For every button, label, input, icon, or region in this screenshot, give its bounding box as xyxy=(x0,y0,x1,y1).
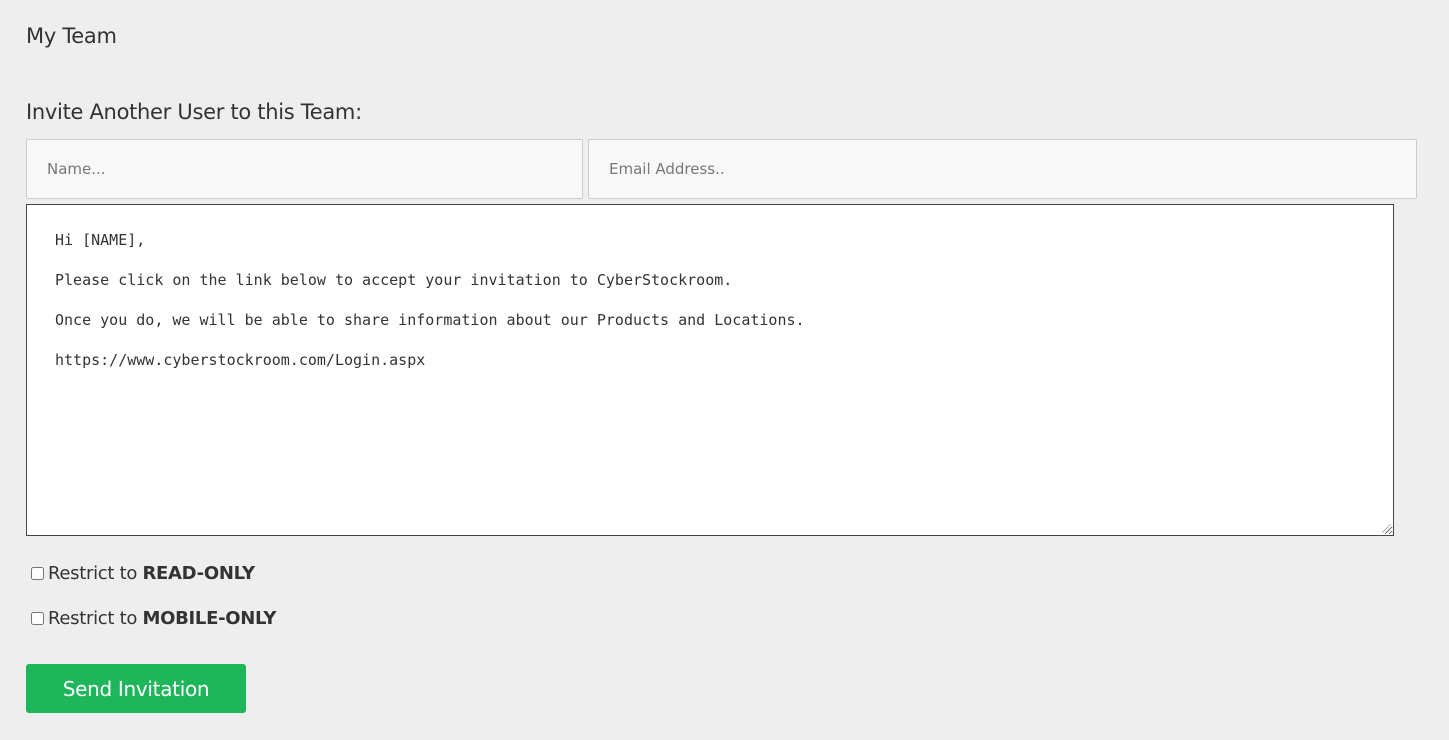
read-only-label-prefix: Restrict to xyxy=(48,563,143,584)
read-only-option[interactable]: Restrict to READ-ONLY xyxy=(31,563,255,584)
mobile-only-checkbox[interactable] xyxy=(31,612,44,625)
message-line: Hi [NAME], xyxy=(55,231,146,249)
resize-grip-icon[interactable] xyxy=(1382,524,1391,533)
message-line: https://www.cyberstockroom.com/Login.asp… xyxy=(55,351,426,369)
invite-heading: Invite Another User to this Team: xyxy=(26,100,362,124)
mobile-only-label-prefix: Restrict to xyxy=(48,608,143,629)
read-only-checkbox[interactable] xyxy=(31,567,44,580)
read-only-label-emphasis: READ-ONLY xyxy=(142,563,255,584)
name-input[interactable] xyxy=(26,139,583,199)
email-input[interactable] xyxy=(588,139,1417,199)
invitation-message-textarea[interactable]: Hi [NAME], Please click on the link belo… xyxy=(26,204,1394,536)
page-title: My Team xyxy=(26,24,117,48)
send-invitation-button[interactable]: Send Invitation xyxy=(26,664,246,713)
message-line: Once you do, we will be able to share in… xyxy=(55,311,805,329)
mobile-only-option[interactable]: Restrict to MOBILE-ONLY xyxy=(31,608,276,629)
mobile-only-label-emphasis: MOBILE-ONLY xyxy=(142,608,277,629)
message-line: Please click on the link below to accept… xyxy=(55,271,733,289)
